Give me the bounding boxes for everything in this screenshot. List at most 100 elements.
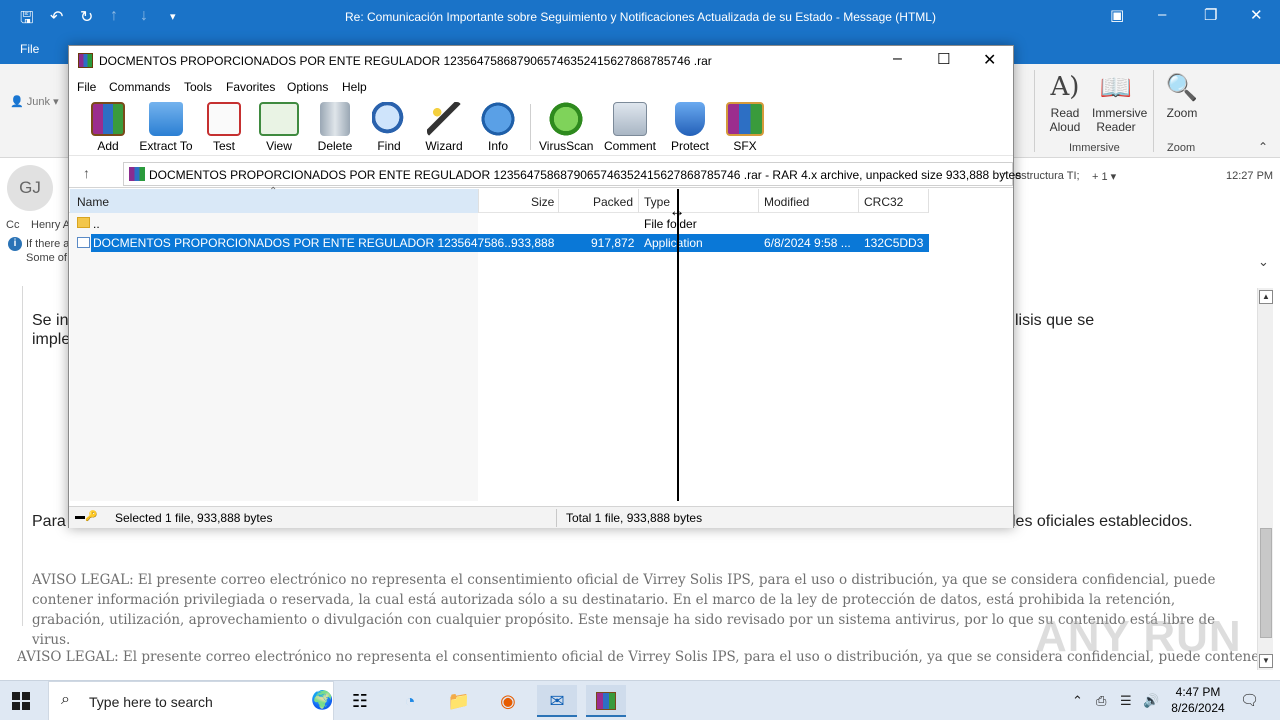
sfx-icon: [726, 102, 764, 136]
column-size[interactable]: Size: [531, 195, 554, 209]
column-type[interactable]: Type: [644, 195, 670, 209]
winrar-close-icon[interactable]: ✕: [983, 50, 996, 70]
view-button[interactable]: View: [257, 102, 301, 153]
add-button[interactable]: Add: [89, 102, 127, 153]
scroll-down-icon[interactable]: ▼: [1259, 654, 1273, 668]
archive-path-field[interactable]: DOCMENTOS PROPORCIONADOS POR ENTE REGULA…: [123, 162, 1021, 186]
expand-header-icon[interactable]: ⌄: [1258, 254, 1269, 270]
tab-file[interactable]: File: [20, 42, 39, 56]
column-divider[interactable]: [858, 189, 859, 213]
test-button[interactable]: Test: [205, 102, 243, 153]
sfx-button[interactable]: SFX: [724, 102, 766, 153]
read-aloud-button[interactable]: A) Read Aloud: [1044, 72, 1086, 134]
protect-button[interactable]: Protect: [669, 102, 711, 153]
file-list: Name ⌃ Size Packed Type Modified CRC32 .…: [69, 186, 1013, 501]
read-aloud-icon: A): [1050, 72, 1080, 102]
menu-file[interactable]: File: [77, 80, 96, 94]
taskbar-search[interactable]: ⌕ Type here to search 🌍: [48, 681, 334, 720]
up-folder-icon[interactable]: ↑: [83, 165, 90, 181]
column-divider[interactable]: [758, 189, 759, 213]
immersive-reader-button[interactable]: 📖 Immersive Reader: [1092, 72, 1147, 134]
zoom-button[interactable]: 🔍 Zoom: [1162, 72, 1202, 120]
comment-button[interactable]: Comment: [601, 102, 659, 153]
close-icon[interactable]: ✕: [1250, 6, 1263, 24]
junk-button[interactable]: 👤 Junk ▾: [10, 95, 59, 108]
vertical-scrollbar[interactable]: ▲ ▼: [1257, 288, 1273, 670]
edge-icon[interactable]: ◔: [390, 685, 430, 717]
column-divider[interactable]: [558, 189, 559, 213]
cc-recipient[interactable]: Henry A: [31, 219, 70, 231]
info-button[interactable]: Info: [479, 102, 517, 153]
delete-button[interactable]: Delete: [315, 102, 355, 153]
next-item-icon[interactable]: ↓: [140, 7, 148, 25]
wizard-button[interactable]: Wizard: [423, 102, 465, 153]
menu-favorites[interactable]: Favorites: [226, 80, 275, 94]
column-divider[interactable]: [928, 189, 929, 213]
previous-item-icon[interactable]: ↑: [110, 7, 118, 25]
notifications-icon[interactable]: 🗨: [1240, 691, 1259, 709]
column-name[interactable]: Name: [77, 195, 109, 209]
volume-icon[interactable]: 🔊: [1143, 693, 1159, 709]
info-text-line1: If there a: [26, 238, 70, 250]
column-packed[interactable]: Packed: [593, 195, 633, 209]
menu-tools[interactable]: Tools: [184, 80, 212, 94]
comment-icon: [613, 102, 647, 136]
show-hidden-icons[interactable]: ⌃: [1072, 693, 1083, 709]
toolbar-separator: [530, 104, 531, 150]
start-button[interactable]: [12, 692, 30, 710]
read-aloud-label: Read Aloud: [1049, 106, 1081, 134]
save-icon[interactable]: 🖫: [20, 7, 34, 34]
name-column-background: [70, 213, 478, 501]
junk-label: Junk: [26, 96, 51, 108]
firefox-icon[interactable]: ◉: [488, 685, 528, 717]
collapse-ribbon-icon[interactable]: ⌃: [1258, 140, 1268, 154]
menu-commands[interactable]: Commands: [109, 80, 170, 94]
find-button[interactable]: Find: [369, 102, 409, 153]
network-icon[interactable]: ☰: [1120, 693, 1132, 709]
file-explorer-icon[interactable]: 📁: [439, 685, 479, 717]
column-divider[interactable]: [478, 189, 479, 213]
search-highlight-icon: 🌍: [311, 690, 334, 710]
menu-help[interactable]: Help: [342, 80, 367, 94]
column-crc32[interactable]: CRC32: [864, 195, 903, 209]
customize-toolbar-icon[interactable]: ▾: [170, 10, 176, 23]
minimize-icon[interactable]: –: [1158, 6, 1166, 23]
archive-path-text: DOCMENTOS PROPORCIONADOS POR ENTE REGULA…: [149, 168, 1022, 182]
ribbon-display-icon[interactable]: ▣: [1110, 6, 1124, 24]
redo-icon[interactable]: ↻: [80, 7, 93, 27]
winrar-taskbar-icon[interactable]: [586, 685, 626, 717]
body-line-1-start: Se in: [32, 312, 69, 329]
cc-label: Cc: [6, 219, 20, 231]
table-row[interactable]: .. File folder: [69, 215, 929, 233]
table-row[interactable]: DOCMENTOS PROPORCIONADOS POR ENTE REGULA…: [91, 234, 929, 252]
info-text-line2: Some of: [26, 252, 67, 264]
winrar-toolbar: Add Extract To Test View Delete Find Wiz…: [69, 98, 1013, 156]
scroll-up-icon[interactable]: ▲: [1259, 290, 1273, 304]
outlook-taskbar-icon[interactable]: ✉: [537, 685, 577, 717]
outlook-window-title: Re: Comunicación Importante sobre Seguim…: [345, 10, 936, 24]
test-label: Test: [212, 139, 235, 153]
undo-icon[interactable]: ↶: [50, 7, 63, 27]
application-icon: [77, 237, 90, 248]
outlook-title-bar: 🖫 ↶ ↻ ↑ ↓ ▾ Re: Comunicación Importante …: [0, 0, 1280, 34]
column-divider[interactable]: [638, 189, 639, 213]
find-icon: [372, 102, 406, 136]
winrar-maximize-icon[interactable]: ☐: [937, 50, 950, 68]
taskbar-clock[interactable]: 4:47 PM 8/26/2024: [1164, 684, 1232, 716]
add-label: Add: [97, 139, 119, 153]
virusscan-button[interactable]: VirusScan: [539, 102, 593, 153]
scroll-thumb[interactable]: [1260, 528, 1272, 638]
task-view-icon[interactable]: ☷: [340, 685, 380, 717]
row-packed: 917,872: [591, 236, 635, 250]
extract-to-icon: [149, 102, 183, 136]
wizard-icon: [427, 102, 461, 136]
winrar-minimize-icon[interactable]: –: [893, 50, 902, 68]
drive-icon: ▬🔑: [75, 511, 98, 522]
extract-to-button[interactable]: Extract To: [139, 102, 193, 153]
meet-now-icon[interactable]: ⎙: [1096, 693, 1106, 709]
column-modified[interactable]: Modified: [764, 195, 809, 209]
chevron-down-icon[interactable]: ⌄: [1000, 167, 1008, 178]
more-recipients-button[interactable]: + 1 ▾: [1092, 170, 1116, 183]
menu-options[interactable]: Options: [287, 80, 328, 94]
restore-icon[interactable]: ❐: [1204, 6, 1217, 24]
